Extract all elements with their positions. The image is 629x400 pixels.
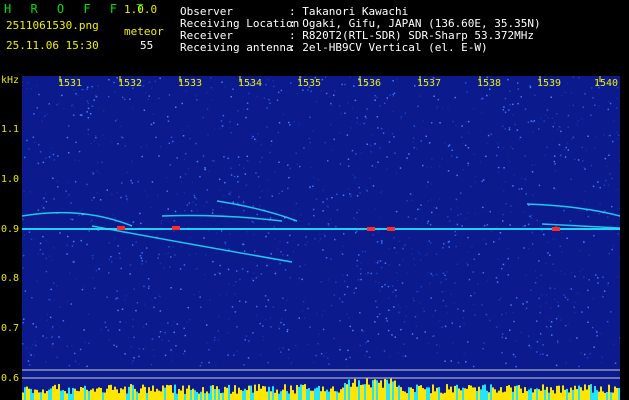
x-tick-label: 1531 (58, 78, 83, 89)
x-tick-label: 1535 (297, 78, 322, 89)
y-tick-label: 0.8 (1, 273, 20, 284)
noise-texture (22, 76, 622, 368)
antenna-value: : 2el-HB9CV Vertical (el. E-W) (289, 41, 488, 54)
meteor-head (387, 227, 395, 231)
meteor-head (367, 227, 375, 231)
image-filename: 2511061530.png (6, 19, 99, 32)
x-tick-label: 1537 (417, 78, 442, 89)
y-tick-label: 0.7 (1, 323, 20, 334)
x-tick-label: 1540 (594, 78, 619, 89)
x-tick-label: 1538 (477, 78, 502, 89)
meteor-trace (526, 203, 621, 217)
level-strip (22, 378, 620, 400)
x-tick-label: 1539 (537, 78, 562, 89)
antenna-label: Receiving antenna (180, 41, 293, 54)
spectrogram-panel (21, 76, 622, 400)
observation-datetime: 25.11.06 15:30 (6, 39, 99, 52)
x-tick-label: 1533 (178, 78, 203, 89)
spectrogram-plot (21, 76, 622, 400)
meteor-count: 55 (140, 39, 154, 52)
y-tick-label: 1.0 (1, 174, 20, 185)
app-version: 1.0.0 (124, 3, 158, 16)
meteor-trace (21, 211, 133, 227)
y-axis-unit: kHz (1, 75, 20, 86)
x-tick-label: 1534 (238, 78, 263, 89)
meteor-trace (91, 225, 293, 263)
meteor-head (117, 226, 125, 230)
meteor-head (172, 226, 180, 230)
y-tick-label: 1.1 (1, 124, 20, 135)
meteor-label: meteor (124, 25, 164, 38)
meteor-head (552, 227, 560, 231)
hrofft-window: H R O F F T 1.0.0 2511061530.png meteor … (0, 0, 629, 400)
y-tick-label: 0.6 (1, 373, 20, 384)
x-tick-label: 1536 (357, 78, 382, 89)
y-tick-label: 0.9 (1, 224, 20, 235)
x-tick-label: 1532 (118, 78, 143, 89)
